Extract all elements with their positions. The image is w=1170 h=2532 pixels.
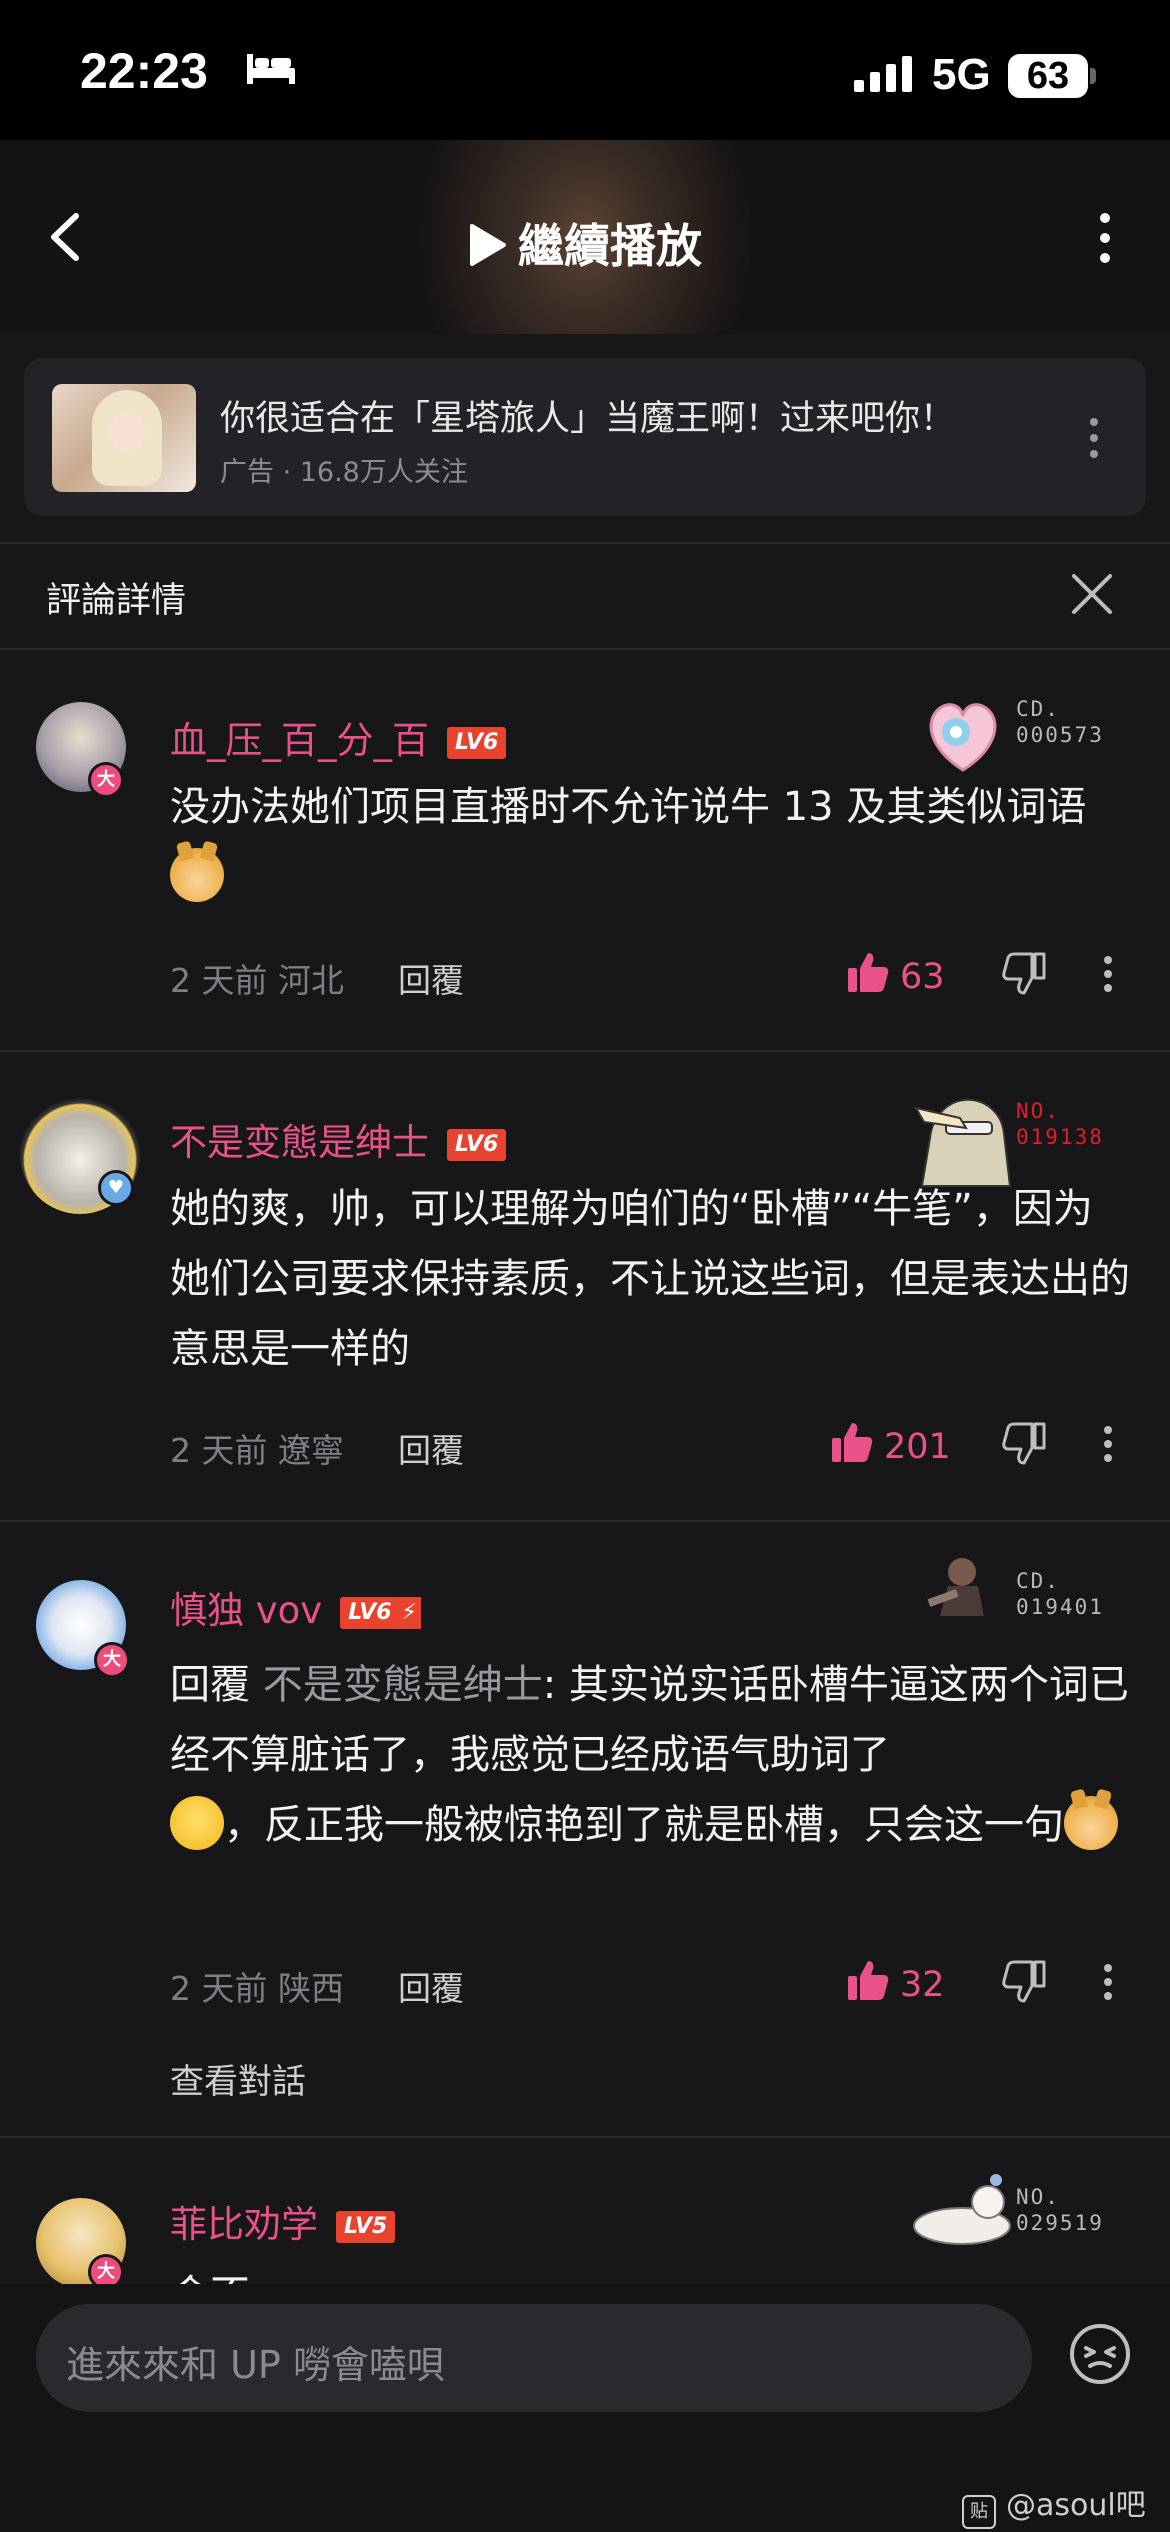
ad-thumbnail [52, 384, 196, 492]
play-icon [470, 224, 506, 266]
reply-button[interactable]: 回覆 [398, 1962, 464, 2010]
ad-meta: 广告 · 16.8万人关注 [220, 457, 468, 488]
decoration-card-icon [924, 1552, 994, 1622]
badge-da: 大 [88, 762, 124, 798]
sweat-laugh-emoji-icon [170, 1796, 224, 1850]
comment-meta: 2 天前 陕西 回覆 32 [170, 1960, 1130, 2012]
watermark-text: @asoul吧 [1006, 2488, 1146, 2523]
reply-to-user[interactable]: 不是变態是绅士 [263, 1662, 543, 1708]
continue-play-button[interactable]: 繼續播放 [0, 210, 1170, 276]
close-icon[interactable] [1068, 570, 1116, 622]
comment-item: 大 菲比劝学 LV5 NO.029519 会不 [0, 2168, 1170, 2284]
reply-button[interactable]: 回覆 [398, 1424, 464, 1472]
battery-tip [1090, 68, 1096, 84]
view-conversation-link[interactable]: 查看對話 [170, 2054, 306, 2103]
comment-text: 回覆 不是变態是绅士: 其实说实话卧槽牛逼这两个词已经不算脏话了，我感觉已经成语… [170, 1662, 1129, 1850]
input-placeholder: 進來來和 UP 嘮會嗑唄 [66, 2343, 445, 2387]
thumbs-up-icon [848, 953, 889, 992]
level-badge: LV6 [447, 1129, 507, 1161]
like-count: 63 [900, 957, 945, 997]
comment-meta: 2 天前 遼寧 回覆 201 [170, 1422, 1130, 1474]
video-header: 繼續播放 [0, 140, 1170, 334]
watermark: 贴 @asoul吧 [962, 2480, 1146, 2529]
decoration-number: NO. 029519 [1016, 2185, 1104, 2235]
comment-text: 她的爽，帅，可以理解为咱们的“卧槽”“牛笔”，因为她们公司要求保持素质，不让说这… [170, 1186, 1130, 1372]
badge-da: 大 [88, 2254, 124, 2284]
comment-date: 2 天前 河北 [170, 961, 344, 1000]
comment-username[interactable]: 不是变態是绅士 LV6 [170, 1112, 507, 1166]
comment-input-bar: 進來來和 UP 嘮會嗑唄 贴 @asoul吧 [0, 2284, 1170, 2532]
like-button[interactable]: 63 [846, 950, 945, 997]
reply-prefix: 回覆 [170, 1662, 250, 1708]
ad-more-icon[interactable] [1084, 416, 1104, 464]
divider [0, 542, 1170, 544]
cellular-signal-icon [854, 56, 914, 96]
ad-card[interactable]: 你很适合在「星塔旅人」当魔王啊！过来吧你！ 广告 · 16.8万人关注 [24, 358, 1146, 516]
sleep-focus-icon [245, 50, 297, 90]
level-badge: LV6 [340, 1597, 400, 1629]
like-count: 32 [900, 1965, 945, 2005]
more-vertical-icon[interactable] [1100, 1962, 1116, 2010]
network-type: 5G [932, 50, 991, 99]
level-bolt-icon: ⚡ [397, 1597, 421, 1629]
more-vertical-icon[interactable] [1100, 1424, 1116, 1472]
like-count: 201 [884, 1427, 951, 1467]
thumbs-up-icon [832, 1423, 873, 1462]
comment-date: 2 天前 陕西 [170, 1969, 344, 2008]
status-bar: 22:23 5G 63 [0, 0, 1170, 140]
comment-date: 2 天前 遼寧 [170, 1431, 344, 1470]
comment-detail-title: 評論詳情 [46, 581, 187, 621]
ad-title: 你很适合在「星塔旅人」当魔王啊！过来吧你！ [220, 399, 956, 439]
status-time: 22:23 [80, 43, 208, 99]
level-badge: LV6 [447, 727, 507, 759]
divider [0, 2136, 1170, 2138]
comment-username[interactable]: 慎独 vov LV6 ⚡ [170, 1580, 421, 1634]
more-vertical-icon[interactable] [1090, 210, 1120, 270]
comment-input[interactable]: 進來來和 UP 嘮會嗑唄 [36, 2304, 1032, 2412]
more-vertical-icon[interactable] [1100, 954, 1116, 1002]
decoration-number: CD. 019401 [1016, 1569, 1104, 1619]
comment-text: 会不 [170, 2260, 1130, 2284]
level-badge: LV5 [336, 2211, 396, 2243]
thumbs-down-icon[interactable] [1002, 1960, 1046, 2012]
reply-button[interactable]: 回覆 [398, 954, 464, 1002]
badge-da: 大 [94, 1642, 130, 1678]
thumbs-up-icon [848, 1961, 889, 2000]
divider [0, 648, 1170, 650]
thumbs-down-icon[interactable] [1002, 952, 1046, 1004]
continue-play-label: 繼續播放 [518, 219, 702, 273]
like-button[interactable]: 32 [846, 1958, 945, 2005]
thumbs-down-icon[interactable] [1002, 1422, 1046, 1474]
comment-meta: 2 天前 河北 回覆 63 [170, 952, 1130, 1004]
like-button[interactable]: 201 [830, 1420, 951, 1467]
doge-emoji-icon [1064, 1796, 1118, 1850]
doge-emoji-icon [170, 848, 224, 902]
comment-text: 没办法她们项目直播时不允许说牛 13 及其类似词语 [170, 772, 1130, 912]
username-text: 慎独 vov [170, 1589, 323, 1632]
divider [0, 1520, 1170, 1522]
battery-indicator: 63 [1008, 54, 1088, 98]
badge-heart: ♥ [98, 1170, 134, 1206]
decoration-card-icon [918, 690, 1008, 784]
decoration-card-icon [910, 2172, 1014, 2256]
divider [0, 1050, 1170, 1052]
tieba-logo-icon: 贴 [962, 2495, 996, 2529]
emoji-face-icon[interactable] [1068, 2322, 1132, 2390]
comment-username[interactable]: 菲比劝学 LV5 [170, 2194, 396, 2248]
username-text: 血_压_百_分_百 [170, 719, 429, 762]
comment-username[interactable]: 血_压_百_分_百 LV6 [170, 710, 507, 764]
decoration-number: NO. 019138 [1016, 1099, 1104, 1149]
username-text: 菲比劝学 [170, 2203, 318, 2246]
username-text: 不是变態是绅士 [170, 1121, 429, 1164]
decoration-number: CD. 000573 [1016, 697, 1104, 747]
